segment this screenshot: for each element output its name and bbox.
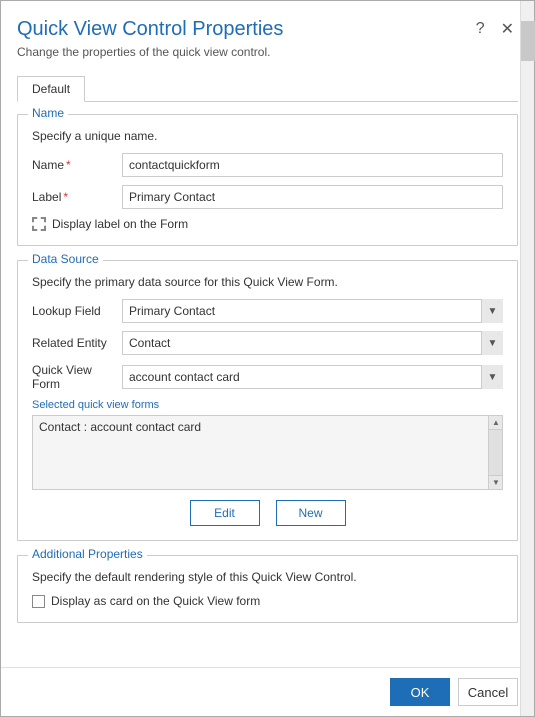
edit-button[interactable]: Edit	[190, 500, 260, 526]
listbox-scroll-down[interactable]: ▼	[489, 475, 503, 489]
dialog-header: Quick View Control Properties ? ✕ Change…	[1, 1, 534, 67]
new-button[interactable]: New	[276, 500, 346, 526]
data-source-desc: Specify the primary data source for this…	[32, 275, 503, 289]
display-label-checkbox-row: Display label on the Form	[32, 217, 503, 231]
name-section-desc: Specify a unique name.	[32, 129, 503, 143]
name-section: Name Specify a unique name. Name* Label*…	[17, 114, 518, 246]
label-input[interactable]	[122, 185, 503, 209]
lookup-field-select-wrapper: Primary Contact ▼	[122, 299, 503, 323]
quick-view-form-select[interactable]: account contact card	[122, 365, 503, 389]
tab-bar: Default	[17, 75, 518, 102]
display-card-checkbox-row: Display as card on the Quick View form	[32, 594, 503, 608]
related-entity-select-wrapper: Contact ▼	[122, 331, 503, 355]
name-label: Name*	[32, 158, 122, 172]
dialog-body: Default Name Specify a unique name. Name…	[1, 67, 534, 667]
label-required-star: *	[63, 190, 68, 204]
related-entity-row: Related Entity Contact ▼	[32, 331, 503, 355]
quick-view-form-select-wrapper: account contact card ▼	[122, 365, 503, 389]
display-label-checkbox[interactable]	[32, 217, 46, 231]
name-input[interactable]	[122, 153, 503, 177]
list-item: Contact : account contact card	[33, 416, 502, 438]
display-card-checkbox[interactable]	[32, 595, 45, 608]
lookup-field-row: Lookup Field Primary Contact ▼	[32, 299, 503, 323]
label-field-row: Label*	[32, 185, 503, 209]
data-source-section: Data Source Specify the primary data sou…	[17, 260, 518, 541]
additional-legend: Additional Properties	[28, 547, 147, 561]
cancel-button[interactable]: Cancel	[458, 678, 518, 706]
listbox-scroll-up[interactable]: ▲	[489, 416, 503, 430]
data-source-legend: Data Source	[28, 252, 103, 266]
selected-forms-listbox[interactable]: Contact : account contact card ▲ ▼	[32, 415, 503, 490]
related-entity-label: Related Entity	[32, 336, 122, 350]
dialog-title-row: Quick View Control Properties ? ✕	[17, 17, 518, 41]
name-section-legend: Name	[28, 106, 68, 120]
additional-section: Additional Properties Specify the defaul…	[17, 555, 518, 623]
tab-default[interactable]: Default	[17, 76, 85, 102]
dialog-header-icons: ? ✕	[472, 17, 518, 41]
display-label-checkbox-label: Display label on the Form	[52, 217, 188, 231]
scrollbar-thumb[interactable]	[521, 21, 535, 61]
lookup-field-select[interactable]: Primary Contact	[122, 299, 503, 323]
help-icon[interactable]: ?	[472, 18, 489, 40]
dialog-footer: OK Cancel	[1, 667, 534, 716]
listbox-scrollbar[interactable]: ▲ ▼	[488, 416, 502, 489]
display-card-checkbox-label: Display as card on the Quick View form	[51, 594, 260, 608]
dialog-title: Quick View Control Properties	[17, 18, 283, 41]
name-field-row: Name*	[32, 153, 503, 177]
quick-view-form-row: Quick View Form account contact card ▼	[32, 363, 503, 391]
dialog-subtitle: Change the properties of the quick view …	[17, 45, 518, 59]
scrollbar-track[interactable]	[520, 1, 534, 716]
quick-view-form-label: Quick View Form	[32, 363, 122, 391]
related-entity-select[interactable]: Contact	[122, 331, 503, 355]
ok-button[interactable]: OK	[390, 678, 450, 706]
quick-view-dialog: Quick View Control Properties ? ✕ Change…	[0, 0, 535, 717]
name-required-star: *	[66, 158, 71, 172]
label-label: Label*	[32, 190, 122, 204]
edit-new-button-row: Edit New	[32, 500, 503, 526]
close-icon[interactable]: ✕	[497, 17, 518, 41]
additional-desc: Specify the default rendering style of t…	[32, 570, 503, 584]
selected-quick-view-label: Selected quick view forms	[32, 399, 503, 411]
lookup-field-label: Lookup Field	[32, 304, 122, 318]
